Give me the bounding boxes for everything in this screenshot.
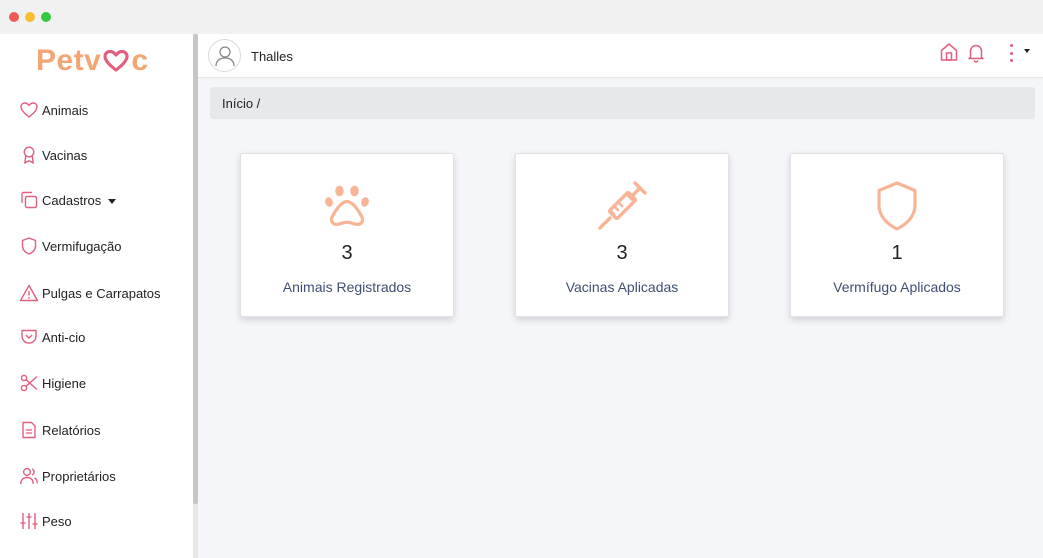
heart-icon	[20, 102, 38, 118]
sidebar-item-higiene[interactable]: Higiene	[19, 370, 86, 396]
card-label: Vacinas Aplicadas	[565, 279, 679, 295]
user-icon	[214, 45, 235, 66]
warning-icon	[19, 284, 39, 302]
sidebar-item-peso[interactable]: Peso	[19, 508, 72, 534]
sidebar-item-label: Cadastros	[42, 192, 102, 208]
card-label: Vermífugo Aplicados	[833, 279, 961, 295]
chevron-down-icon	[108, 198, 117, 204]
window-minimize-button[interactable]	[25, 12, 35, 22]
window-titlebar	[0, 0, 1043, 34]
sidebar-item-vacinas[interactable]: Vacinas	[19, 142, 87, 168]
sidebar-item-label: Anti-cio	[42, 329, 86, 345]
sidebar-item-pulgas[interactable]: Pulgas e Carrapatos	[19, 280, 161, 306]
sidebar-item-label: Higiene	[42, 375, 87, 391]
sidebar-item-label: Relatórios	[42, 422, 101, 438]
stat-card-animais[interactable]: 3 Animais Registrados	[240, 153, 454, 317]
logo-heart-icon	[103, 49, 129, 72]
stat-card-vermifugo[interactable]: 1 Vermífugo Aplicados	[790, 153, 1004, 317]
home-icon[interactable]	[938, 41, 960, 63]
top-navbar: Thalles	[198, 34, 1043, 78]
copy-icon	[21, 191, 38, 209]
sidebar-item-relatorios[interactable]: Relatórios	[19, 417, 101, 443]
card-count: 3	[616, 242, 628, 264]
sidebar-item-label: Peso	[42, 513, 72, 529]
card-label: Animais Registrados	[282, 279, 412, 295]
scissors-icon	[20, 374, 38, 392]
sidebar-item-label: Vacinas	[42, 147, 88, 163]
bell-icon[interactable]	[965, 41, 987, 63]
app-logo[interactable]: Petv c	[36, 44, 149, 78]
card-count: 1	[891, 242, 903, 264]
kebab-menu-icon[interactable]	[1006, 43, 1016, 63]
sidebar-item-label: Vermifugação	[42, 238, 122, 254]
sidebar-item-label: Pulgas e Carrapatos	[42, 285, 161, 301]
sidebar-item-cadastros[interactable]: Cadastros	[19, 187, 117, 213]
pocket-icon	[21, 329, 37, 344]
window-maximize-button[interactable]	[41, 12, 51, 22]
award-icon	[23, 146, 35, 164]
sidebar-item-animais[interactable]: Animais	[19, 97, 88, 123]
sidebar-item-proprietarios[interactable]: Proprietários	[19, 463, 116, 489]
file-text-icon	[22, 421, 36, 439]
chevron-down-icon[interactable]	[1024, 49, 1030, 53]
sidebar-item-vermifugacao[interactable]: Vermifugação	[19, 233, 122, 259]
users-icon	[20, 467, 38, 485]
sidebar-item-label: Animais	[42, 102, 89, 118]
username: Thalles	[251, 49, 293, 64]
shield-icon	[877, 181, 917, 231]
paw-icon	[325, 185, 369, 226]
breadcrumb[interactable]: Início /	[210, 87, 1035, 119]
stat-card-vacinas[interactable]: 3 Vacinas Aplicadas	[515, 153, 729, 317]
card-count: 3	[341, 242, 353, 264]
avatar[interactable]	[208, 39, 241, 72]
logo-text-left: Petv	[36, 44, 102, 77]
sliders-icon	[20, 513, 38, 529]
syringe-icon	[598, 181, 647, 230]
sidebar-item-label: Proprietários	[42, 468, 116, 484]
main-content: Início / 3 Animais Registrados 3 Vacinas…	[198, 79, 1043, 558]
logo-text-right: c	[131, 44, 149, 77]
shield-icon	[21, 237, 37, 255]
window-close-button[interactable]	[9, 12, 19, 22]
sidebar-item-anti-cio[interactable]: Anti-cio	[19, 324, 85, 350]
